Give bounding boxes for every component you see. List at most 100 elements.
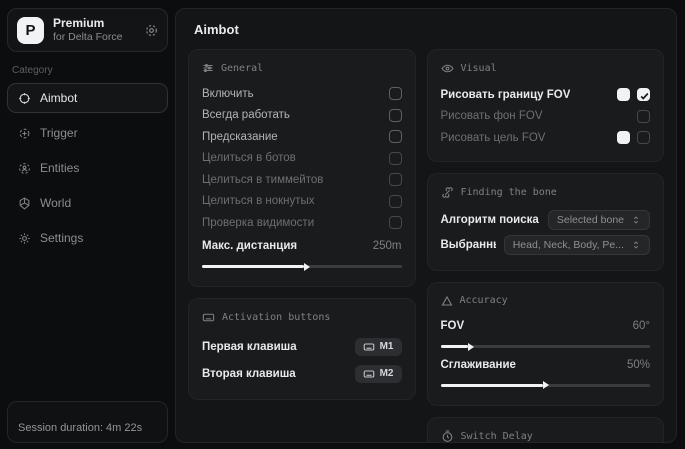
toggle-label: Целиться в нокнутых bbox=[202, 195, 315, 207]
brand-logo: P bbox=[17, 17, 44, 44]
slider-fill[interactable] bbox=[202, 265, 304, 268]
max-distance-slider: Макс. дистанция 250m bbox=[202, 236, 402, 269]
toggle-label: Всегда работать bbox=[202, 109, 290, 121]
keybind-button-m2[interactable]: M2 bbox=[355, 365, 402, 383]
toggle-label: Проверка видимости bbox=[202, 217, 314, 229]
selected-bones-row: Выбранные кости Head, Neck, Body, Pe... bbox=[441, 233, 651, 258]
visual-row-fov-target: Рисовать цель FOV bbox=[441, 127, 651, 149]
selected-bones-select[interactable]: Head, Neck, Body, Pe... bbox=[504, 235, 650, 255]
toggle-row-target-knocked: Целиться в нокнутых bbox=[202, 191, 402, 213]
brand-title: Premium bbox=[53, 16, 136, 31]
checkbox[interactable] bbox=[637, 110, 650, 123]
brand-card: P Premium for Delta Force bbox=[7, 8, 168, 52]
keybind-label: Первая клавиша bbox=[202, 341, 297, 353]
finding-bone-card: Finding the bone Алгоритм поиска костей … bbox=[427, 173, 665, 271]
accuracy-card: Accuracy FOV 60° Сглаживание bbox=[427, 282, 665, 406]
trigger-crosshair-icon bbox=[18, 127, 31, 140]
toggle-row-prediction: Предсказание bbox=[202, 126, 402, 148]
activation-buttons-card: Activation buttons Первая клавиша M1 Вто… bbox=[188, 298, 416, 400]
sidebar-item-world[interactable]: World bbox=[7, 188, 168, 218]
loader-icon[interactable] bbox=[145, 24, 158, 37]
general-card: General Включить Всегда работать Предска… bbox=[188, 49, 416, 287]
slider-value: 50% bbox=[627, 359, 650, 371]
bone-algorithm-row: Алгоритм поиска костей Selected bone bbox=[441, 208, 651, 233]
section-title: Activation buttons bbox=[222, 312, 330, 323]
keybind-row-primary: Первая клавиша M1 bbox=[202, 333, 402, 360]
sidebar-item-label: Settings bbox=[40, 231, 83, 245]
slider-label: Сглаживание bbox=[441, 359, 516, 371]
category-label: Category bbox=[12, 65, 163, 76]
slider-label: FOV bbox=[441, 320, 465, 332]
visual-row-fov-border: Рисовать границу FOV bbox=[441, 84, 651, 106]
sidebar: P Premium for Delta Force Category Aimbo… bbox=[0, 0, 175, 449]
slider-label: Макс. дистанция bbox=[202, 240, 297, 252]
gear-icon bbox=[18, 232, 31, 245]
sidebar-item-label: Trigger bbox=[40, 126, 78, 140]
sidebar-item-aimbot[interactable]: Aimbot bbox=[7, 83, 168, 113]
entities-scan-icon bbox=[18, 162, 31, 175]
keyboard-icon bbox=[363, 368, 375, 380]
page-title: Aimbot bbox=[194, 22, 664, 37]
checkbox[interactable] bbox=[389, 152, 402, 165]
section-title: Accuracy bbox=[460, 295, 508, 306]
section-title: Switch Delay bbox=[461, 431, 533, 442]
slider-track[interactable] bbox=[202, 265, 402, 268]
session-duration: Session duration: 4m 22s bbox=[7, 401, 168, 443]
unfold-icon bbox=[631, 215, 641, 225]
dropdown-value: Head, Neck, Body, Pe... bbox=[513, 239, 624, 251]
main-panel: Aimbot General Включить Всегда работать bbox=[175, 8, 677, 443]
eye-icon bbox=[441, 62, 454, 75]
brand-subtitle: for Delta Force bbox=[53, 31, 136, 44]
checkbox[interactable] bbox=[389, 216, 402, 229]
toggle-row-enable: Включить bbox=[202, 83, 402, 105]
checkbox-checked[interactable] bbox=[637, 88, 650, 101]
slider-fill[interactable] bbox=[441, 345, 468, 348]
keybind-button-m1[interactable]: M1 bbox=[355, 338, 402, 356]
slider-value: 60° bbox=[633, 320, 650, 332]
slider-track[interactable] bbox=[441, 384, 651, 387]
color-swatch[interactable] bbox=[617, 88, 630, 101]
dropdown-label: Выбранные кости bbox=[441, 239, 496, 251]
section-title: General bbox=[221, 63, 263, 74]
checkbox[interactable] bbox=[389, 109, 402, 122]
dropdown-value: Selected bone bbox=[557, 214, 624, 226]
sliders-icon bbox=[202, 62, 214, 74]
section-title: Visual bbox=[461, 63, 497, 74]
bone-algorithm-select[interactable]: Selected bone bbox=[548, 210, 650, 230]
checkbox[interactable] bbox=[389, 130, 402, 143]
unfold-icon bbox=[631, 240, 641, 250]
crosshair-icon bbox=[18, 92, 31, 105]
triangle-icon bbox=[441, 295, 453, 307]
app-window: P Premium for Delta Force Category Aimbo… bbox=[0, 0, 685, 449]
sidebar-item-entities[interactable]: Entities bbox=[7, 153, 168, 183]
checkbox[interactable] bbox=[389, 195, 402, 208]
toggle-row-always-work: Всегда работать bbox=[202, 105, 402, 127]
color-swatch[interactable] bbox=[617, 131, 630, 144]
toggle-row-target-teammates: Целиться в тиммейтов bbox=[202, 169, 402, 191]
sidebar-item-trigger[interactable]: Trigger bbox=[7, 118, 168, 148]
fov-slider: FOV 60° bbox=[441, 316, 651, 349]
toggle-label: Рисовать границу FOV bbox=[441, 89, 571, 101]
slider-fill[interactable] bbox=[441, 384, 544, 387]
slider-value: 250m bbox=[373, 240, 402, 252]
sidebar-item-label: Aimbot bbox=[40, 91, 77, 105]
bone-icon bbox=[441, 186, 454, 199]
toggle-row-target-bots: Целиться в ботов bbox=[202, 148, 402, 170]
checkbox[interactable] bbox=[637, 131, 650, 144]
checkbox[interactable] bbox=[389, 87, 402, 100]
toggle-row-visibility-check: Проверка видимости bbox=[202, 212, 402, 234]
toggle-label: Целиться в тиммейтов bbox=[202, 174, 323, 186]
toggle-label: Рисовать фон FOV bbox=[441, 110, 543, 122]
toggle-label: Предсказание bbox=[202, 131, 278, 143]
toggle-label: Рисовать цель FOV bbox=[441, 132, 546, 144]
checkbox[interactable] bbox=[389, 173, 402, 186]
sidebar-item-settings[interactable]: Settings bbox=[7, 223, 168, 253]
keybind-label: Вторая клавиша bbox=[202, 368, 296, 380]
keybind-row-secondary: Вторая клавиша M2 bbox=[202, 360, 402, 387]
section-title: Finding the bone bbox=[461, 187, 557, 198]
timer-icon bbox=[441, 430, 454, 443]
sidebar-item-label: World bbox=[40, 196, 71, 210]
smoothing-slider: Сглаживание 50% bbox=[441, 354, 651, 387]
slider-track[interactable] bbox=[441, 345, 651, 348]
visual-row-fov-background: Рисовать фон FOV bbox=[441, 106, 651, 128]
